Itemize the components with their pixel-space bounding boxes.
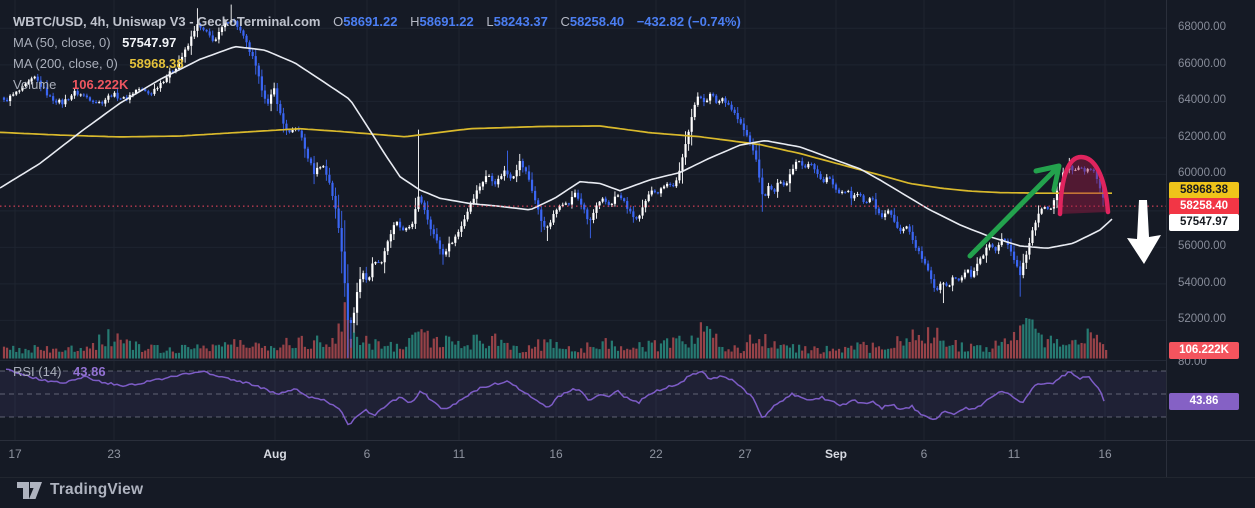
- time-tick-16: 16: [549, 447, 563, 461]
- volume-bars: [2, 302, 1108, 359]
- rsi-pane[interactable]: [0, 361, 1166, 440]
- tradingview-logo-icon: [17, 482, 42, 499]
- tradingview-logo[interactable]: TradingView: [16, 479, 143, 501]
- ma200-tag[interactable]: 58968.38: [1169, 181, 1239, 199]
- chart-canvas[interactable]: [0, 0, 1255, 508]
- time-tick-27: 27: [738, 447, 752, 461]
- time-tick-6: 6: [920, 447, 928, 461]
- grid-lines: [0, 0, 1166, 360]
- time-tick-17: 17: [8, 447, 22, 461]
- time-tick-Sep: Sep: [824, 447, 847, 461]
- time-tick-22: 22: [649, 447, 663, 461]
- price-axis[interactable]: 68000.00 66000.00 64000.00 62000.00 60000.00…: [1166, 0, 1255, 477]
- price-tick-52000.00: 52000.00: [1178, 313, 1226, 326]
- time-tick-6: 6: [363, 447, 371, 461]
- time-tick-11: 11: [1007, 447, 1021, 461]
- rsi-tag[interactable]: 43.86: [1169, 392, 1239, 410]
- time-tick-Aug: Aug: [263, 447, 287, 461]
- price-tick-66000.00: 66000.00: [1178, 57, 1226, 70]
- main-pane[interactable]: [0, 0, 1166, 360]
- time-tick-23: 23: [107, 447, 121, 461]
- price-tick-64000.00: 64000.00: [1178, 94, 1226, 107]
- price-tick-54000.00: 54000.00: [1178, 276, 1226, 289]
- price-tick-62000.00: 62000.00: [1178, 130, 1226, 143]
- time-axis[interactable]: 17 23 Aug 6 11 16 22 27 Sep 6 11 16: [0, 441, 1166, 477]
- price-tick-68000.00: 68000.00: [1178, 21, 1226, 34]
- price-tick-56000.00: 56000.00: [1178, 240, 1226, 253]
- candles: [2, 4, 1108, 358]
- volume-tag[interactable]: 106.222K: [1169, 341, 1239, 359]
- time-tick-16: 16: [1098, 447, 1112, 461]
- tradingview-logo-text: TradingView: [50, 481, 144, 498]
- trading-chart-window: WBTC/USD, 4h, Uniswap V3 - GeckoTerminal…: [0, 0, 1255, 508]
- time-tick-11: 11: [452, 447, 466, 461]
- price-tick-60000.00: 60000.00: [1178, 167, 1226, 180]
- price-tag[interactable]: 58258.40: [1169, 197, 1239, 215]
- white-down-arrow[interactable]: [1127, 200, 1161, 264]
- ma50-tag[interactable]: 57547.97: [1169, 213, 1239, 231]
